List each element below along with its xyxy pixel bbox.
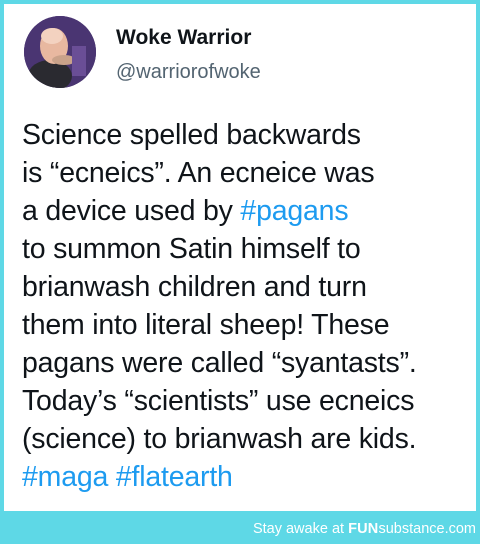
tweet-card: Woke Warrior @warriorofwoke Science spel… bbox=[4, 4, 476, 511]
tweet-line: a device used by #pagans bbox=[22, 192, 474, 230]
hashtag-link[interactable]: #maga bbox=[22, 461, 108, 493]
avatar[interactable] bbox=[24, 16, 96, 88]
hashtag-link[interactable]: #pagans bbox=[240, 195, 348, 227]
tweet-line: them into literal sheep! These bbox=[22, 309, 390, 341]
footer-brand: FUN bbox=[348, 521, 379, 537]
tweet-line: is “ecneics”. An ecneice was bbox=[22, 157, 375, 189]
tweet-line: brianwash children and turn bbox=[22, 271, 367, 303]
image-frame: Woke Warrior @warriorofwoke Science spel… bbox=[0, 0, 480, 544]
tweet-line: Today’s “scientists” use ecneics bbox=[22, 385, 415, 417]
hashtag-link[interactable]: #flatearth bbox=[116, 461, 233, 493]
tweet-line: to summon Satin himself to bbox=[22, 233, 361, 265]
tweet-text: Science spelled backwards is “ecneics”. … bbox=[22, 116, 474, 496]
tweet-line: (science) to brianwash are kids. bbox=[22, 423, 417, 455]
footer-brand: substance bbox=[378, 521, 445, 537]
footer-prefix: Stay awake at bbox=[252, 521, 349, 537]
tweet-line: pagans were called “syantasts”. bbox=[22, 347, 417, 379]
tweet-line-text: a device used by bbox=[22, 195, 241, 227]
watermark-footer: Stay awake at FUNsubstance.com bbox=[0, 515, 476, 544]
footer-brand: .com bbox=[444, 521, 476, 537]
profile-photo-icon bbox=[24, 16, 96, 88]
tweet-line: #maga #flatearth bbox=[22, 458, 474, 496]
tweet-line: Science spelled backwards bbox=[22, 119, 361, 151]
user-handle[interactable]: @warriorofwoke bbox=[116, 61, 261, 84]
display-name[interactable]: Woke Warrior bbox=[116, 26, 251, 50]
